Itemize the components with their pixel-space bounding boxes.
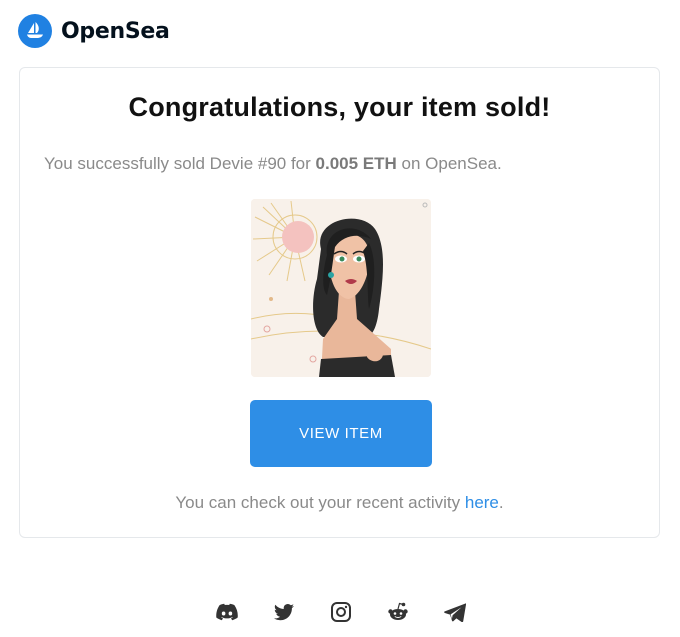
social-links	[215, 600, 467, 624]
activity-message-suffix: .	[498, 493, 504, 512]
activity-here-link[interactable]: here	[465, 493, 499, 512]
sold-message: You successfully sold Devie #90 for 0.00…	[44, 154, 502, 174]
brand-name[interactable]: OpenSea	[61, 19, 170, 44]
sold-message-suffix: on OpenSea.	[396, 154, 502, 173]
discord-icon[interactable]	[215, 600, 239, 624]
reddit-icon[interactable]	[386, 600, 410, 624]
activity-message: You can check out your recent activity h…	[20, 493, 659, 513]
sale-notification-card: Congratulations, your item sold! You suc…	[19, 67, 660, 538]
activity-message-prefix: You can check out your recent activity	[175, 493, 465, 512]
twitter-icon[interactable]	[272, 600, 296, 624]
view-item-button[interactable]: VIEW ITEM	[250, 400, 432, 467]
telegram-icon[interactable]	[443, 600, 467, 624]
headline: Congratulations, your item sold!	[128, 92, 551, 122]
instagram-icon[interactable]	[329, 600, 353, 624]
nft-image[interactable]	[251, 199, 431, 377]
opensea-logo-icon[interactable]	[18, 14, 52, 48]
sold-price: 0.005 ETH	[315, 154, 397, 173]
header: OpenSea	[18, 12, 170, 50]
sold-message-prefix: You successfully sold Devie #90 for	[44, 154, 316, 173]
